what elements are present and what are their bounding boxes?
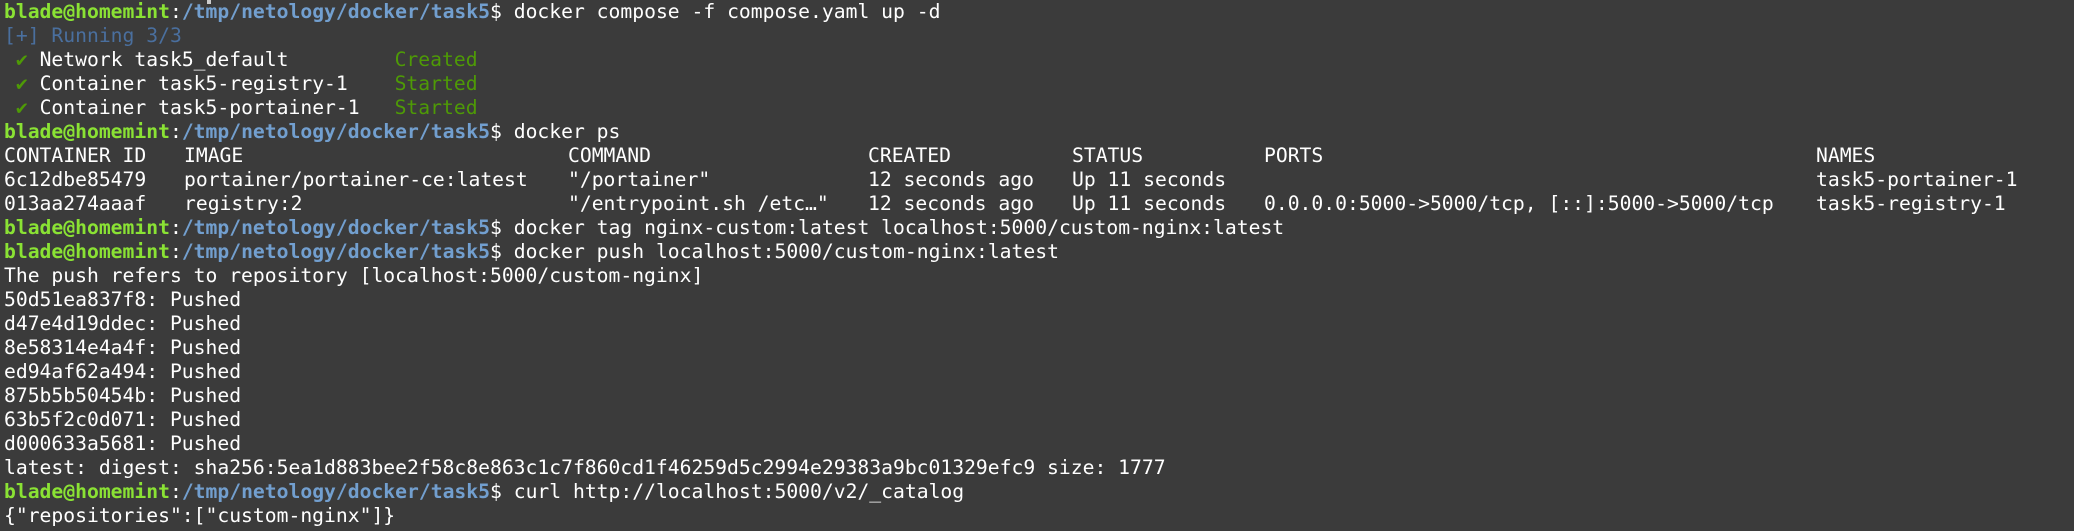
compose-item-name: Container task5-registry-1 [39,72,348,95]
prompt-path: /tmp/netology/docker/task5 [181,240,490,263]
prompt-dollar: $ [490,480,502,503]
ps-cell: task5-portainer-1 [1816,168,2018,191]
push-layer-line: 50d51ea837f8: Pushed [4,288,242,311]
ps-header-cell: PORTS [1264,144,1324,167]
check-icon: ✔ [15,48,28,71]
ps-header-cell: IMAGE [184,144,244,167]
ps-header-cell: CONTAINER ID [4,144,147,167]
ps-header-cell: NAMES [1816,144,1876,167]
check-icon: ✔ [15,72,28,95]
ps-cell: Up 11 seconds [1072,192,1227,215]
compose-item: ✔ Network task5_default Created [4,48,2074,72]
prompt-line: blade@homemint:/tmp/netology/docker/task… [4,0,2074,24]
compose-item: ✔ Container task5-registry-1 Started [4,72,2074,96]
push-layer-line: 875b5b50454b: Pushed [4,384,242,407]
prompt-user: blade@homemint [4,240,170,263]
compose-item-status: Created [394,48,478,71]
prompt-colon: : [169,480,182,503]
prompt-colon: : [169,0,182,23]
compose-item-status: Started [394,72,478,95]
ps-cell: 12 seconds ago [868,168,1034,191]
cursor-remnant [207,0,211,4]
ps-row: 6c12dbe85479 portainer/portainer-ce:lates… [4,168,2074,192]
command-text: curl http://localhost:5000/v2/_catalog [501,480,965,503]
ps-header-cell: STATUS [1072,144,1144,167]
prompt-path: /tmp/netology/docker/task5 [181,480,490,503]
command-text: docker tag nginx-custom:latest localhost… [501,216,1285,239]
ps-cell: 013aa274aaaf [4,192,147,215]
prompt-user: blade@homemint [4,120,170,143]
compose-item-name: Container task5-portainer-1 [39,96,360,119]
ps-cell: 12 seconds ago [868,192,1034,215]
push-digest-line: latest: digest: sha256:5ea1d883bee2f58c8… [4,456,1166,479]
push-layer-line: 8e58314e4a4f: Pushed [4,336,242,359]
prompt-path: /tmp/netology/docker/task5 [181,120,490,143]
ps-cell: "/portainer" [568,168,711,191]
prompt-dollar: $ [490,0,502,23]
prompt-line: blade@homemint:/tmp/netology/docker/task… [4,480,2074,504]
terminal-window[interactable]: blade@homemint:/tmp/netology/docker/task… [0,0,2074,531]
ps-header-cell: COMMAND [568,144,651,167]
prompt-path: /tmp/netology/docker/task5 [181,0,490,23]
prompt-colon: : [169,216,182,239]
curl-output-line: {"repositories":["custom-nginx"]} [4,504,396,527]
prompt-colon: : [169,240,182,263]
command-text: docker compose -f compose.yaml up -d [501,0,941,23]
compose-running-line: [+] Running 3/3 [4,24,182,47]
prompt-line: blade@homemint:/tmp/netology/docker/task… [4,120,2074,144]
ps-cell: registry:2 [184,192,303,215]
prompt-line: blade@homemint:/tmp/netology/docker/task… [4,216,2074,240]
prompt-dollar: $ [490,240,502,263]
command-text: docker push localhost:5000/custom-nginx:… [501,240,1059,263]
ps-header-row: CONTAINER ID IMAGE COMMAND CREATED STATUS POR… [4,144,2074,168]
compose-item-status: Started [394,96,478,119]
compose-item: ✔ Container task5-portainer-1 Started [4,96,2074,120]
ps-cell: 0.0.0.0:5000->5000/tcp, [::]:5000->5000/… [1264,192,1774,215]
prompt-dollar: $ [490,120,502,143]
ps-cell: 6c12dbe85479 [4,168,147,191]
push-layer-line: d000633a5681: Pushed [4,432,242,455]
compose-item-name: Network task5_default [39,48,289,71]
prompt-dollar: $ [490,216,502,239]
ps-row: 013aa274aaaf registry:2 "/entrypoint.sh /e… [4,192,2074,216]
push-layer-line: ed94af62a494: Pushed [4,360,242,383]
prompt-colon: : [169,120,182,143]
command-text: docker ps [501,120,621,143]
push-layer-line: d47e4d19ddec: Pushed [4,312,242,335]
prompt-user: blade@homemint [4,216,170,239]
check-icon: ✔ [15,96,28,119]
prompt-user: blade@homemint [4,0,170,23]
push-refers-line: The push refers to repository [localhost… [4,264,704,287]
ps-header-cell: CREATED [868,144,951,167]
prompt-line: blade@homemint:/tmp/netology/docker/task… [4,240,2074,264]
ps-cell: task5-registry-1 [1816,192,2006,215]
prompt-path: /tmp/netology/docker/task5 [181,216,490,239]
ps-cell: Up 11 seconds [1072,168,1227,191]
ps-cell: portainer/portainer-ce:latest [184,168,528,191]
ps-cell: "/entrypoint.sh /etc…" [568,192,829,215]
push-layer-line: 63b5f2c0d071: Pushed [4,408,242,431]
prompt-user: blade@homemint [4,480,170,503]
